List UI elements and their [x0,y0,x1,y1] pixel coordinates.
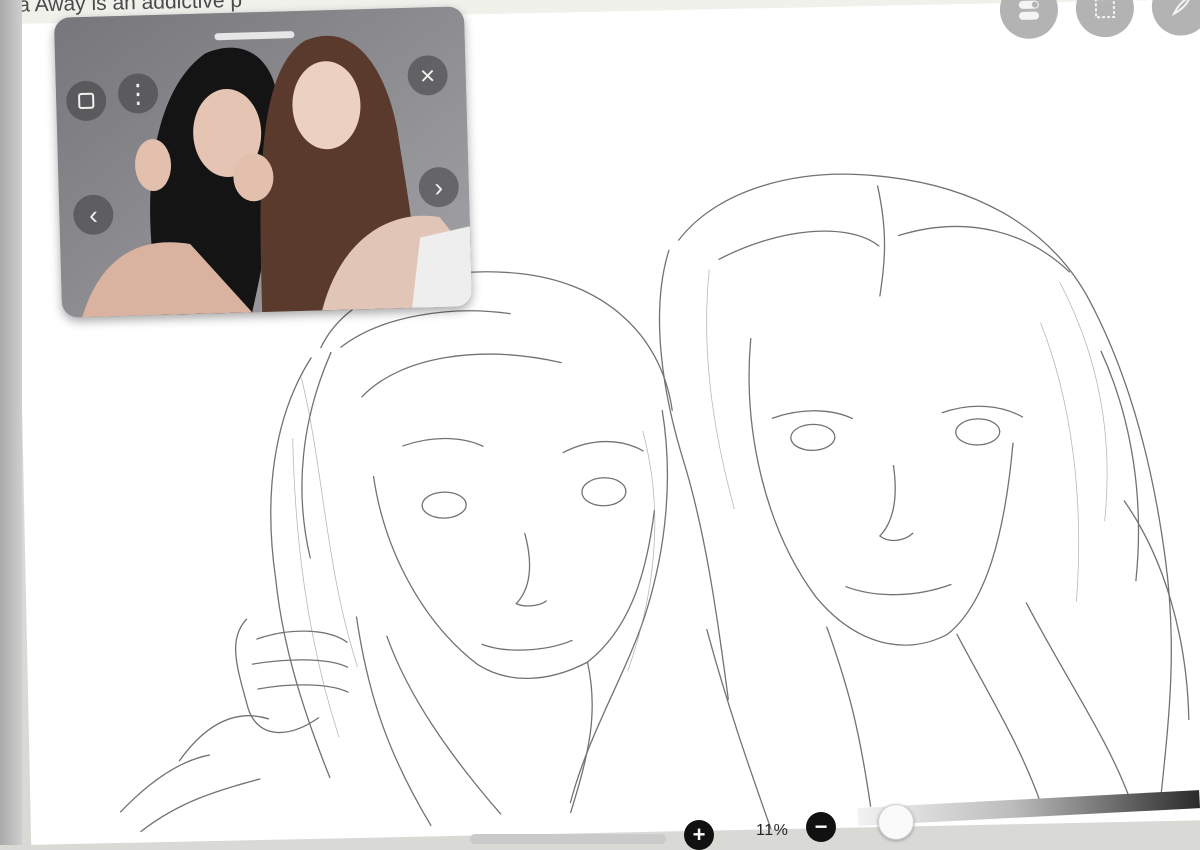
zoom-in-button[interactable]: + [684,820,714,850]
layers-toggle-icon [1018,0,1040,20]
more-options-icon: ⋮ [124,78,152,109]
minus-icon: − [814,814,828,839]
zoom-level: 11% [756,822,789,839]
plus-icon: + [692,822,706,847]
zoom-out-button[interactable]: − [806,812,836,842]
brush-size-slider[interactable] [470,834,666,844]
crop-icon [78,92,95,110]
selection-icon [1094,0,1116,19]
close-icon: × [419,60,436,91]
chevron-right-icon: › [434,171,444,203]
chevron-left-icon: ‹ [88,199,99,230]
reference-image-window[interactable]: ⋮ × ‹ › [53,6,473,318]
brush-icon [1171,0,1192,16]
reference-photo [53,6,473,318]
tablet-bezel [0,0,22,845]
opacity-slider-handle[interactable] [878,804,914,840]
